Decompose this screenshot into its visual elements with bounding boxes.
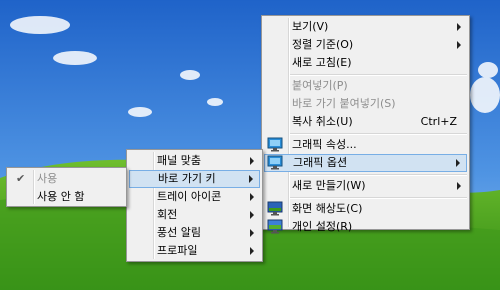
submenu-arrow-icon: [250, 157, 254, 165]
menu-item-undo-copy[interactable]: 복사 취소(U) Ctrl+Z: [264, 113, 467, 131]
menu-item-label: 복사 취소(U): [292, 115, 353, 128]
submenu-arrow-icon: [457, 182, 461, 190]
desktop-context-menu: 보기(V) 정렬 기준(O) 새로 고침(E) 붙여넣기(P) 바로 가기 붙여…: [261, 15, 470, 234]
screen-resolution-icon: [267, 201, 283, 216]
menu-item-personalize[interactable]: 개인 설정(R): [264, 218, 467, 236]
hotkeys-enable-option[interactable]: ✔ 사용: [9, 170, 124, 188]
menu-separator: [290, 133, 467, 135]
submenu-arrow-icon: [456, 159, 460, 167]
menu-item-label: 프로파일: [157, 244, 198, 257]
submenu-item-profiles[interactable]: 프로파일: [129, 242, 260, 260]
graphics-options-icon: [267, 155, 283, 170]
menu-item-label: 그래픽 옵션: [293, 156, 348, 169]
menu-item-label: 보기(V): [292, 20, 329, 33]
submenu-arrow-icon: [250, 193, 254, 201]
menu-item-graphics-properties[interactable]: 그래픽 속성...: [264, 136, 467, 154]
menu-item-paste[interactable]: 붙여넣기(P): [264, 77, 467, 95]
menu-item-label: 트레이 아이콘: [157, 190, 222, 203]
graphics-properties-icon: [267, 137, 283, 152]
submenu-arrow-icon: [250, 211, 254, 219]
menu-item-label: 개인 설정(R): [292, 220, 353, 233]
menu-item-label: 풍선 알림: [157, 226, 201, 239]
menu-item-screen-resolution[interactable]: 화면 해상도(C): [264, 200, 467, 218]
checkmark-icon: ✔: [16, 172, 26, 185]
submenu-arrow-icon: [250, 229, 254, 237]
submenu-arrow-icon: [250, 247, 254, 255]
hotkeys-disable-option[interactable]: 사용 안 함: [9, 188, 124, 206]
personalize-icon: [267, 219, 283, 234]
menu-separator: [290, 197, 467, 199]
menu-item-sort-by[interactable]: 정렬 기준(O): [264, 36, 467, 54]
submenu-item-hotkeys[interactable]: 바로 가기 키: [129, 170, 260, 188]
menu-item-refresh[interactable]: 새로 고침(E): [264, 54, 467, 72]
menu-item-label: 정렬 기준(O): [292, 38, 354, 51]
submenu-arrow-icon: [457, 23, 461, 31]
menu-item-shortcut: Ctrl+Z: [420, 115, 457, 128]
menu-item-label: 사용: [37, 172, 58, 185]
submenu-item-panel-fit[interactable]: 패널 맞춤: [129, 152, 260, 170]
menu-separator: [290, 74, 467, 76]
menu-item-label: 회전: [157, 208, 178, 221]
menu-item-label: 그래픽 속성...: [292, 138, 357, 151]
menu-item-label: 새로 만들기(W): [292, 179, 366, 192]
submenu-item-tray-icon[interactable]: 트레이 아이콘: [129, 188, 260, 206]
hotkeys-submenu: ✔ 사용 사용 안 함: [6, 167, 127, 207]
menu-item-new[interactable]: 새로 만들기(W): [264, 177, 467, 195]
menu-separator: [290, 174, 467, 176]
menu-item-label: 패널 맞춤: [157, 154, 201, 167]
menu-item-view[interactable]: 보기(V): [264, 18, 467, 36]
menu-item-label: 붙여넣기(P): [292, 79, 348, 92]
menu-item-paste-shortcut[interactable]: 바로 가기 붙여넣기(S): [264, 95, 467, 113]
graphics-options-submenu: 패널 맞춤 바로 가기 키 트레이 아이콘 회전 풍선 알림 프로파일: [126, 149, 263, 262]
menu-item-label: 사용 안 함: [37, 190, 85, 203]
menu-item-label: 바로 가기 키: [158, 172, 216, 185]
menu-item-label: 화면 해상도(C): [292, 202, 363, 215]
menu-item-label: 바로 가기 붙여넣기(S): [292, 97, 396, 110]
menu-item-label: 새로 고침(E): [292, 56, 352, 69]
menu-item-graphics-options[interactable]: 그래픽 옵션: [264, 154, 467, 172]
submenu-arrow-icon: [249, 175, 253, 183]
submenu-arrow-icon: [457, 41, 461, 49]
submenu-item-balloon-notifications[interactable]: 풍선 알림: [129, 224, 260, 242]
submenu-item-rotation[interactable]: 회전: [129, 206, 260, 224]
